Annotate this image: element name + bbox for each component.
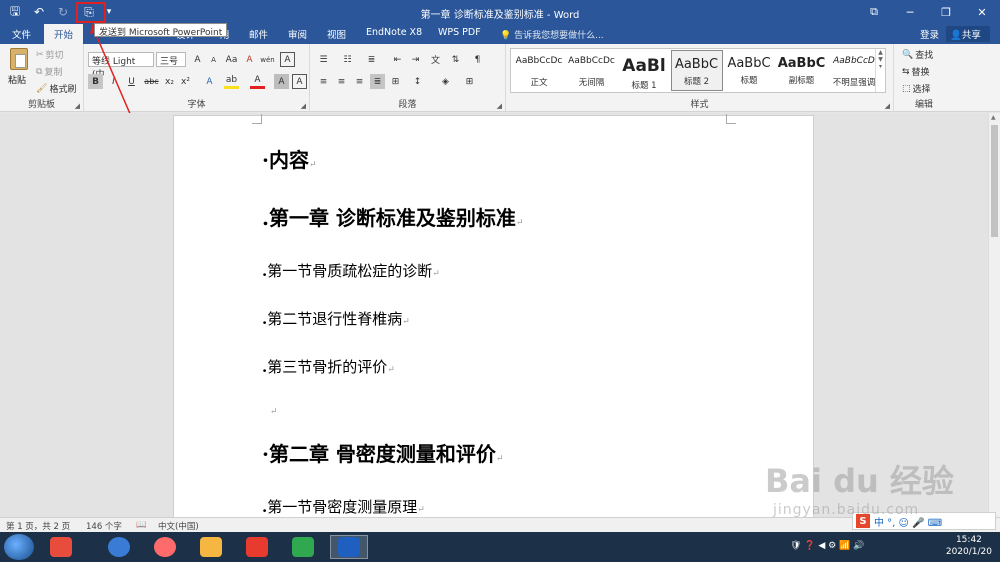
- paragraph-mark: ↵: [417, 505, 425, 515]
- scroll-up-icon[interactable]: ▲: [991, 114, 996, 121]
- status-bar: 第 1 页，共 2 页 146 个字 📖 中文(中国): [0, 517, 1000, 532]
- paragraph-mark: ↵: [270, 407, 278, 417]
- vertical-scrollbar[interactable]: ▲: [988, 113, 1000, 517]
- document-area: ·内容↵ .第一章 诊断标准及鉴别标准↵ .第一节骨质疏松症的诊断↵ .第二节退行性脊…: [0, 113, 988, 517]
- taskbar-sogou-browser-icon[interactable]: [100, 535, 138, 559]
- list-marker: ·: [262, 442, 269, 466]
- youdao-glyph: [246, 537, 268, 557]
- paragraph-mark: ↵: [402, 317, 410, 327]
- taskbar-word-icon[interactable]: [330, 535, 368, 559]
- line-text: 第一章 诊断标准及鉴别标准: [268, 206, 516, 230]
- document-page[interactable]: ·内容↵ .第一章 诊断标准及鉴别标准↵ .第一节骨质疏松症的诊断↵ .第二节退行性脊…: [173, 114, 814, 517]
- margin-corner: [726, 114, 736, 124]
- document-line[interactable]: ·第二章 骨密度测量和评价↵: [262, 438, 503, 467]
- document-line[interactable]: .第一节骨密度测量原理↵: [262, 496, 425, 517]
- document-line[interactable]: .第一节骨质疏松症的诊断↵: [262, 260, 440, 281]
- paragraph-mark: ↵: [387, 365, 395, 375]
- word-glyph: [338, 537, 360, 557]
- taskbar-file-explorer-icon[interactable]: [192, 535, 230, 559]
- margin-corner: [252, 114, 262, 124]
- word-count[interactable]: 146 个字: [86, 520, 122, 532]
- ime-items[interactable]: 中 °, ☺ 🎤 ⌨: [874, 514, 942, 529]
- line-text: 第二节退行性脊椎病: [267, 310, 403, 328]
- line-text: 第二章 骨密度测量和评价: [268, 442, 496, 466]
- system-tray[interactable]: 🛡 ❓ ◀ ⚙ 📶 🔊: [790, 541, 864, 551]
- app-launcher-glyph: [50, 537, 72, 557]
- list-marker: .: [262, 206, 269, 230]
- wps-glyph: [292, 537, 314, 557]
- line-text: 第一节骨质疏松症的诊断: [267, 262, 433, 280]
- clock-time: 15:42: [955, 535, 982, 545]
- clock[interactable]: 15:42 2020/1/20: [946, 534, 992, 558]
- line-text: 内容: [268, 148, 309, 172]
- taskbar-wps-icon[interactable]: [284, 535, 322, 559]
- ime-toolbar[interactable]: S 中 °, ☺ 🎤 ⌨: [852, 512, 996, 530]
- sogou-icon[interactable]: S: [856, 514, 870, 528]
- line-text: 第三节骨折的评价: [267, 358, 388, 376]
- proofing-icon[interactable]: 📖: [136, 520, 147, 530]
- paragraph-mark: ↵: [432, 269, 440, 279]
- scroll-thumb[interactable]: [991, 125, 998, 237]
- line-text: 第一节骨密度测量原理: [267, 498, 418, 516]
- taskbar-app-launcher-icon[interactable]: [42, 535, 80, 559]
- start-button[interactable]: [4, 534, 34, 560]
- paragraph-mark: ↵: [515, 218, 524, 228]
- sogou-browser-glyph: [108, 537, 130, 557]
- document-line[interactable]: ↵: [270, 400, 278, 418]
- clock-date: 2020/1/20: [945, 547, 992, 557]
- language-status[interactable]: 中文(中国): [158, 520, 199, 532]
- paragraph-mark: ↵: [308, 160, 317, 170]
- document-line[interactable]: .第二节退行性脊椎病↵: [262, 308, 410, 329]
- page-count[interactable]: 第 1 页，共 2 页: [6, 520, 70, 532]
- send-to-powerpoint-tooltip: 发送到 Microsoft PowerPoint: [94, 23, 228, 38]
- file-explorer-glyph: [200, 537, 222, 557]
- taskbar-chrome-icon[interactable]: [146, 535, 184, 559]
- document-line[interactable]: .第三节骨折的评价↵: [262, 356, 395, 377]
- document-line[interactable]: ·内容↵: [262, 144, 317, 173]
- document-line[interactable]: .第一章 诊断标准及鉴别标准↵: [262, 202, 523, 231]
- list-marker: ·: [262, 148, 269, 172]
- paragraph-mark: ↵: [495, 454, 504, 464]
- taskbar-youdao-icon[interactable]: [238, 535, 276, 559]
- taskbar: 🛡 ❓ ◀ ⚙ 📶 🔊 15:42 2020/1/20: [0, 532, 1000, 562]
- chrome-glyph: [154, 537, 176, 557]
